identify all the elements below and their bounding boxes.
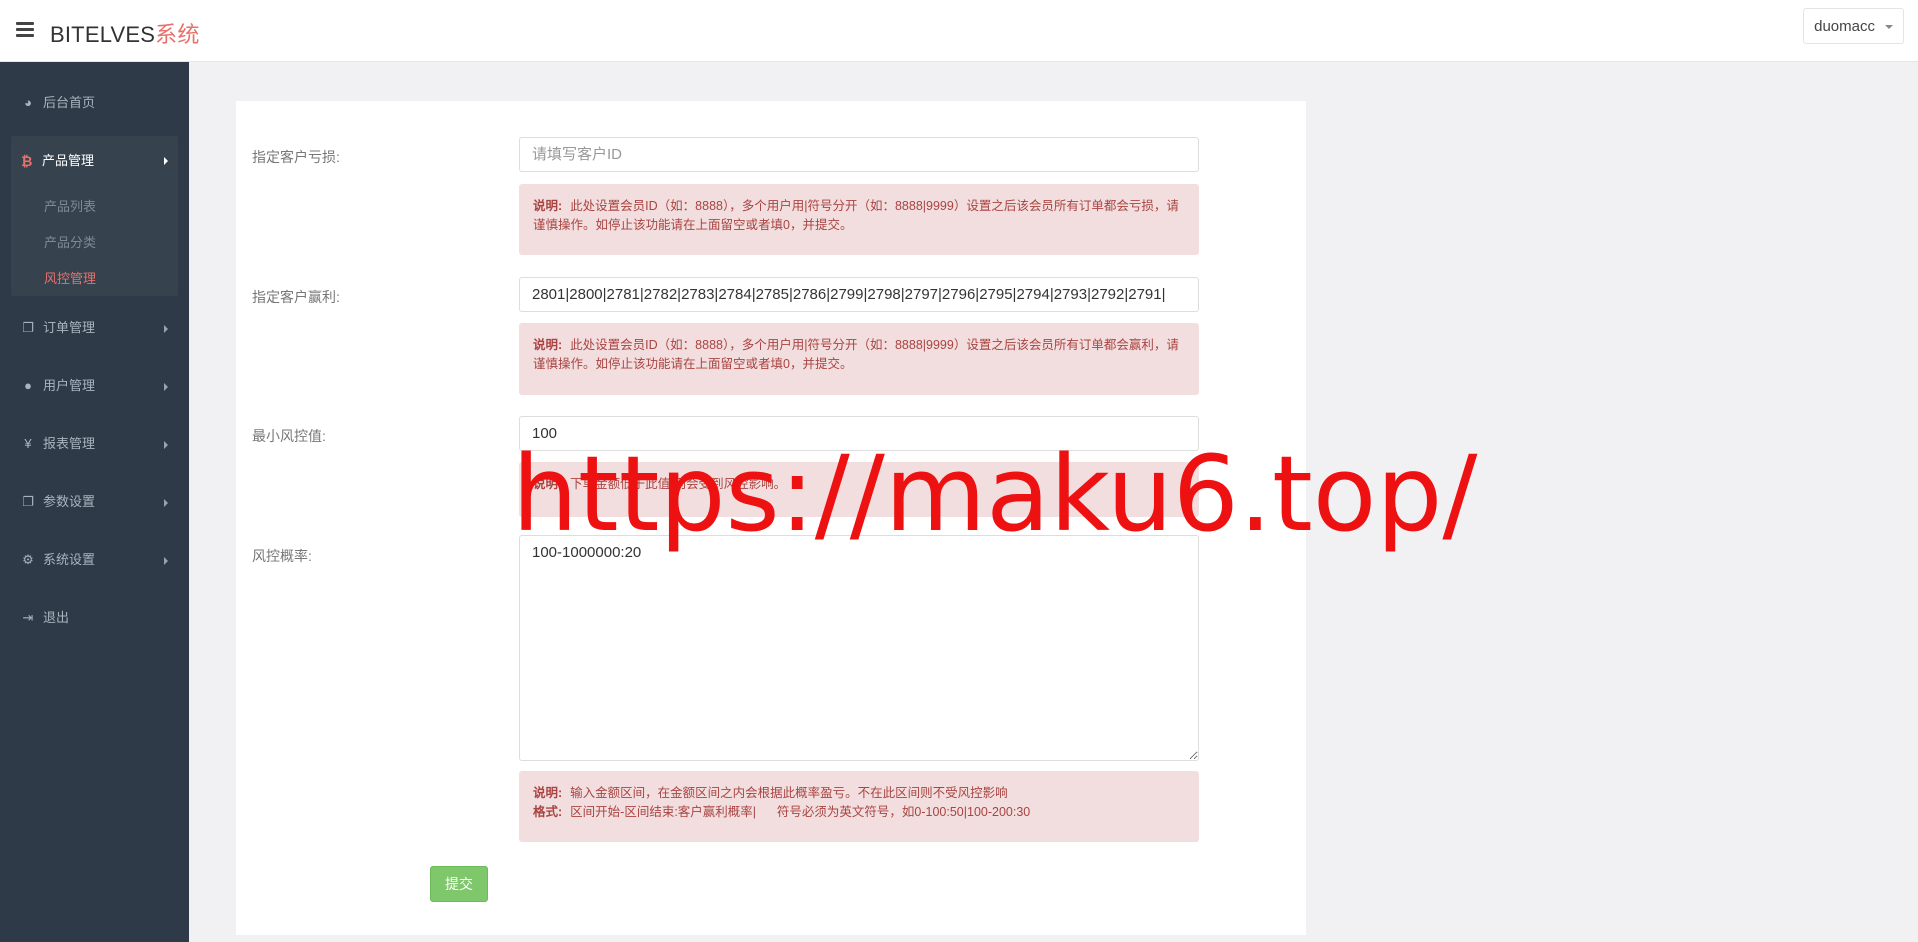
sidebar-item-label: 退出	[43, 610, 70, 625]
sidebar-subitem-product-category[interactable]: 产品分类	[44, 232, 96, 251]
win-customer-note: 说明: 此处设置会员ID（如：8888），多个用户用|符号分开（如：8888|99…	[519, 323, 1199, 395]
caret-right-icon	[164, 499, 168, 507]
sidebar-item-label: 用户管理	[43, 378, 96, 393]
sidebar-item-label: 产品管理	[42, 153, 95, 168]
sidebar-item-label: 系统设置	[43, 552, 96, 567]
caret-right-icon	[164, 441, 168, 449]
submit-button[interactable]: 提交	[430, 866, 488, 902]
sidebar-item-dashboard[interactable]: ◕ 后台首页	[0, 83, 189, 123]
dashboard-icon: ◕	[24, 95, 32, 110]
caret-down-icon	[1885, 25, 1893, 29]
note-line-2: 格式: 区间开始-区间结束:客户赢利概率| 符号必须为英文符号，如0-100:50…	[533, 803, 1185, 822]
sidebar-item-label: 参数设置	[43, 494, 96, 509]
note-title: 说明:	[533, 199, 563, 213]
win-customer-input[interactable]	[519, 277, 1199, 312]
sidebar-item-users[interactable]: ● 用户管理	[0, 366, 189, 406]
user-icon: ●	[24, 378, 32, 393]
format-title: 格式:	[533, 805, 563, 819]
bitcoin-icon: ₿	[21, 153, 33, 169]
menu-toggle-icon[interactable]	[16, 22, 34, 37]
format-text: 区间开始-区间结束:客户赢利概率| 符号必须为英文符号，如0-100:50|10…	[570, 805, 1031, 819]
sidebar: ◕ 后台首页 ₿ 产品管理 产品列表 产品分类 风控管理 ❐ 订单管理 ● 用户…	[0, 62, 189, 942]
loss-customer-note: 说明: 此处设置会员ID（如：8888），多个用户用|符号分开（如：8888|99…	[519, 184, 1199, 255]
caret-right-icon	[164, 157, 168, 165]
yen-icon: ¥	[24, 436, 32, 451]
sidebar-item-reports[interactable]: ¥ 报表管理	[0, 424, 189, 464]
risk-rate-label: 风控概率:	[252, 548, 312, 564]
note-title: 说明:	[533, 338, 563, 352]
brand-logo[interactable]: BITELVES系统	[50, 17, 200, 49]
note-text: 此处设置会员ID（如：8888），多个用户用|符号分开（如：8888|9999）…	[533, 338, 1179, 371]
note-text: 此处设置会员ID（如：8888），多个用户用|符号分开（如：8888|9999）…	[533, 199, 1179, 232]
note-text: 下单金额低于此值,则会受到风控影响。	[570, 477, 787, 491]
user-dropdown[interactable]: duomacc	[1803, 8, 1904, 44]
sidebar-item-parameters[interactable]: ❐ 参数设置	[0, 482, 189, 522]
user-name: duomacc	[1814, 18, 1875, 35]
sidebar-item-label: 订单管理	[43, 320, 96, 335]
sidebar-item-logout[interactable]: ⇥ 退出	[0, 598, 189, 638]
note-text: 输入金额区间，在金额区间之内会根据此概率盈亏。不在此区间则不受风控影响	[570, 786, 1008, 800]
sidebar-subitem-product-list[interactable]: 产品列表	[44, 196, 96, 215]
brand-name: BITELVES	[50, 22, 156, 47]
min-risk-label: 最小风控值:	[252, 428, 326, 444]
copy-icon: ❐	[22, 320, 34, 335]
risk-control-form-panel: 指定客户亏损: 说明:此处设置会员ID（如：8888），多个用户用|符号分开（如…	[236, 101, 1306, 935]
min-risk-note: 说明: 下单金额低于此值,则会受到风控影响。	[519, 462, 1199, 517]
loss-customer-label: 指定客户亏损:	[252, 149, 340, 165]
top-header: BITELVES系统 duomacc	[0, 0, 1918, 62]
caret-right-icon	[164, 325, 168, 333]
copy-icon: ❐	[22, 494, 34, 509]
sidebar-subitem-risk-control[interactable]: 风控管理	[44, 268, 96, 287]
caret-right-icon	[164, 383, 168, 391]
sidebar-item-orders[interactable]: ❐ 订单管理	[0, 308, 189, 348]
note-title: 说明:	[533, 786, 563, 800]
risk-rate-textarea[interactable]: 100-1000000:20	[519, 535, 1199, 761]
sidebar-item-system[interactable]: ⚙ 系统设置	[0, 540, 189, 580]
win-customer-label: 指定客户赢利:	[252, 289, 340, 305]
note-title: 说明:	[533, 477, 563, 491]
brand-accent: 系统	[155, 22, 200, 47]
sidebar-item-label: 报表管理	[43, 436, 96, 451]
loss-customer-input[interactable]	[519, 137, 1199, 172]
risk-rate-note: 说明: 输入金额区间，在金额区间之内会根据此概率盈亏。不在此区间则不受风控影响 格…	[519, 771, 1199, 842]
min-risk-input[interactable]	[519, 416, 1199, 451]
sign-out-icon: ⇥	[22, 610, 34, 625]
sidebar-group-products: ₿ 产品管理 产品列表 产品分类 风控管理	[11, 136, 178, 296]
gears-icon: ⚙	[22, 552, 34, 567]
caret-right-icon	[164, 557, 168, 565]
sidebar-item-label: 后台首页	[43, 95, 96, 110]
sidebar-item-products[interactable]: ₿ 产品管理	[11, 136, 178, 186]
note-line-1: 说明: 输入金额区间，在金额区间之内会根据此概率盈亏。不在此区间则不受风控影响	[533, 784, 1185, 803]
